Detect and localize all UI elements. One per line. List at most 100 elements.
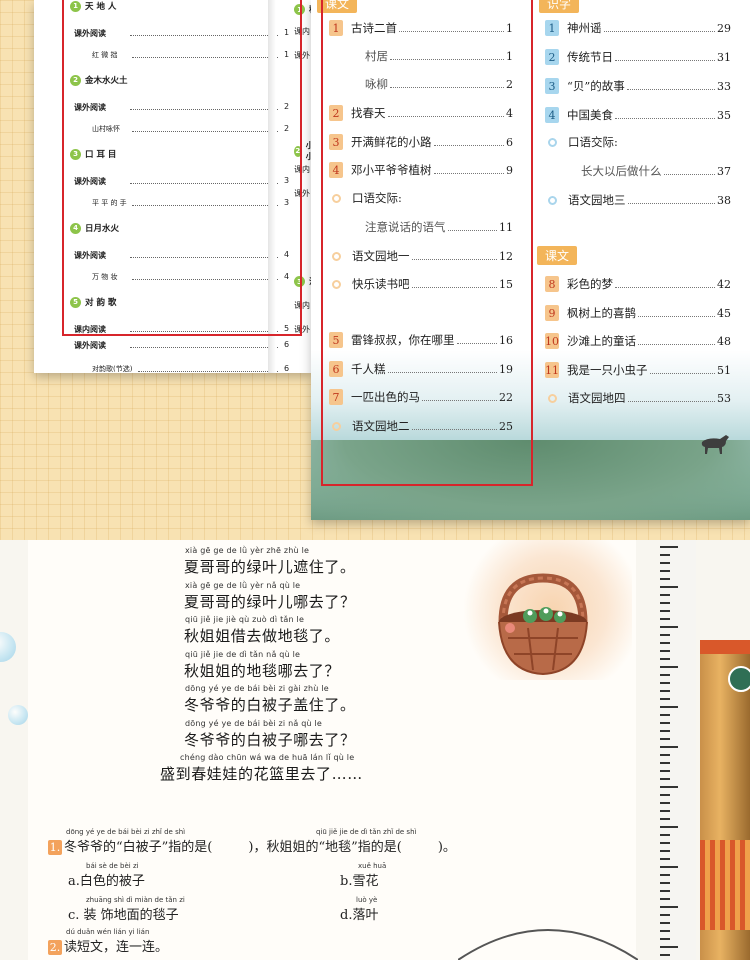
lesson-number: 3 <box>545 78 559 94</box>
poem-line: 冬爷爷的白被子盖住了。 <box>184 696 356 714</box>
ruler-tick <box>660 842 670 844</box>
poem-line: 秋姐姐的地毯哪去了？ <box>184 661 341 680</box>
toc-entry: 10 沙滩上的童话 48 <box>545 333 731 349</box>
ruler-tick <box>660 922 670 924</box>
section-tag-lessons-lower: 课文 <box>537 246 578 265</box>
ruler-tick <box>660 570 670 572</box>
ruler-tick <box>660 594 670 596</box>
q1-pinyin-a: dōng yé ye de bái bèi zi zhǐ de shì <box>66 828 186 836</box>
lesson-title: 传统节日 <box>567 50 613 64</box>
option-a: a.白色的被子 <box>68 874 145 889</box>
ruler-tick <box>660 706 678 708</box>
page-number: 29 <box>717 21 731 35</box>
ruler-tick <box>660 722 670 724</box>
ruler-tick <box>660 730 670 732</box>
bullet-ring-icon <box>548 393 557 403</box>
right-book-page: 课文 识字 课文 1 古诗二首 1 村居 1 咏柳 2 2 找春天 4 3 开满鲜花的小路 6 4 邓小平爷… <box>311 0 750 520</box>
ruler-tick <box>660 858 670 860</box>
lesson-number: 9 <box>545 305 559 321</box>
ruler-tick <box>660 698 670 700</box>
ruler-tick <box>660 818 670 820</box>
reading-worksheet-photo: xià gē ge de lǜ yèr zhē zhù le 夏哥哥的绿叶儿遮住了… <box>0 540 750 960</box>
ruler-tick <box>660 746 678 748</box>
lesson-number: 11 <box>545 362 559 378</box>
toc-entry: 语文园地四 53 <box>545 390 731 406</box>
poem-line: 冬爷爷的白被子哪去了？ <box>184 730 356 749</box>
ruler-tick <box>660 770 670 772</box>
ruler-tick <box>660 898 670 900</box>
page-number: 53 <box>717 391 731 405</box>
poem-line: 夏哥哥的绿叶儿遮住了。 <box>184 558 356 576</box>
ruler-tick <box>660 610 670 612</box>
poem-pinyin-line: xià gē ge de lǜ yèr nǎ qù le <box>185 580 301 590</box>
ruler-tick <box>660 578 670 580</box>
red-highlight-box <box>321 0 533 486</box>
poem-pinyin-line: chéng dào chūn wá wa de huā lán lǐ qù le <box>180 753 355 762</box>
ruler-tick <box>660 850 670 852</box>
ruler-tick <box>660 562 670 564</box>
left-book-page: 1天 地 人课外阅读 1 红 微 拙 1 2 金木水火土 课外阅读 2 山村咏怀 2 3 口 耳 目课… <box>34 0 317 373</box>
ruler-tick <box>660 666 678 668</box>
toc-entry: 1 神州谣 29 <box>545 20 731 36</box>
table-of-contents-photo: 1天 地 人课外阅读 1 红 微 拙 1 2 金木水火土 课外阅读 2 山村咏怀 2 3 口 耳 目课… <box>0 0 750 540</box>
option-c: c. 装 饰地面的毯子 <box>68 908 179 923</box>
lesson-title: 中国美食 <box>567 108 613 122</box>
q2-text: 读短文，连一连。 <box>64 940 169 955</box>
flower-basket-icon <box>498 573 588 676</box>
poem-pinyin-line: xià gē ge de lǜ yèr zhē zhù le <box>185 546 310 555</box>
toc-entry: 长大以后做什么 37 <box>545 163 731 179</box>
ruler-tick <box>660 794 670 796</box>
q1-end: )。 <box>437 840 456 855</box>
ruler-tick <box>660 602 670 604</box>
option-b: b.雪花 <box>340 874 379 889</box>
lesson-number: 10 <box>545 333 559 349</box>
option-b-pinyin: xuě huā <box>358 862 387 870</box>
ruler-tick <box>660 890 670 892</box>
page-number: 42 <box>717 277 731 291</box>
ruler-tick <box>660 882 670 884</box>
ruler-tick <box>660 754 670 756</box>
ruler-tick <box>660 626 678 628</box>
ruler-tick <box>660 738 670 740</box>
ruler-tick <box>660 786 678 788</box>
page-number: 45 <box>717 306 731 320</box>
lesson-title: 语文园地三 <box>568 193 626 207</box>
poem-line: 盛到春娃娃的花篮里去了…… <box>160 765 363 783</box>
ruler-tick <box>660 866 678 868</box>
ruler-tick <box>660 586 678 588</box>
ruler-tick <box>660 634 670 636</box>
toc-entry: 口语交际: <box>545 134 731 150</box>
option-d-pinyin: luò yè <box>356 896 378 904</box>
poem-line: 夏哥哥的绿叶儿哪去了？ <box>184 592 356 611</box>
ruler-tick <box>660 690 670 692</box>
toc-entry: 2 传统节日 31 <box>545 49 731 65</box>
lesson-title: 长大以后做什么 <box>581 164 662 178</box>
page-number: 35 <box>717 108 731 122</box>
page-number: 48 <box>717 334 731 348</box>
toc-entry: 9 枫树上的喜鹊 45 <box>545 305 731 321</box>
toc-entry: 8 彩色的梦 42 <box>545 276 731 292</box>
q1-text-a: 冬爷爷的“白被子”指的是( <box>64 840 213 855</box>
ruler-tick <box>660 946 678 948</box>
ruler-tick <box>660 642 670 644</box>
toc-entry: 课外阅读 6 <box>74 340 289 350</box>
page-number: 31 <box>717 50 731 64</box>
toc-entry: 4 中国美食 35 <box>545 107 731 123</box>
ruler-tick <box>660 826 678 828</box>
lesson-title: “贝”的故事 <box>567 79 625 93</box>
poem-pinyin-line: dōng yé ye de bái bèi zi gài zhù le <box>185 684 329 693</box>
question-1: 1. 冬爷爷的“白被子”指的是()，秋姐姐的“地毯”指的是()。 <box>48 836 456 855</box>
ruler-tick <box>660 618 670 620</box>
ruler-tick <box>660 714 670 716</box>
page-number: 37 <box>717 164 731 178</box>
book-spine-photo <box>700 640 750 960</box>
poem-line: 秋姐姐借去做地毯了。 <box>184 627 341 645</box>
poem-pinyin-line: qiū jiě jie de dì tǎn nǎ qù le <box>185 649 301 659</box>
toc-entry: 11 我是一只小虫子 51 <box>545 362 731 378</box>
page-number: 51 <box>717 363 731 377</box>
ruler-tick <box>660 650 670 652</box>
page-number: 6 <box>284 364 290 373</box>
lesson-title: 彩色的梦 <box>567 277 613 291</box>
ruler-tick <box>660 834 670 836</box>
circle-decoration <box>458 929 638 960</box>
